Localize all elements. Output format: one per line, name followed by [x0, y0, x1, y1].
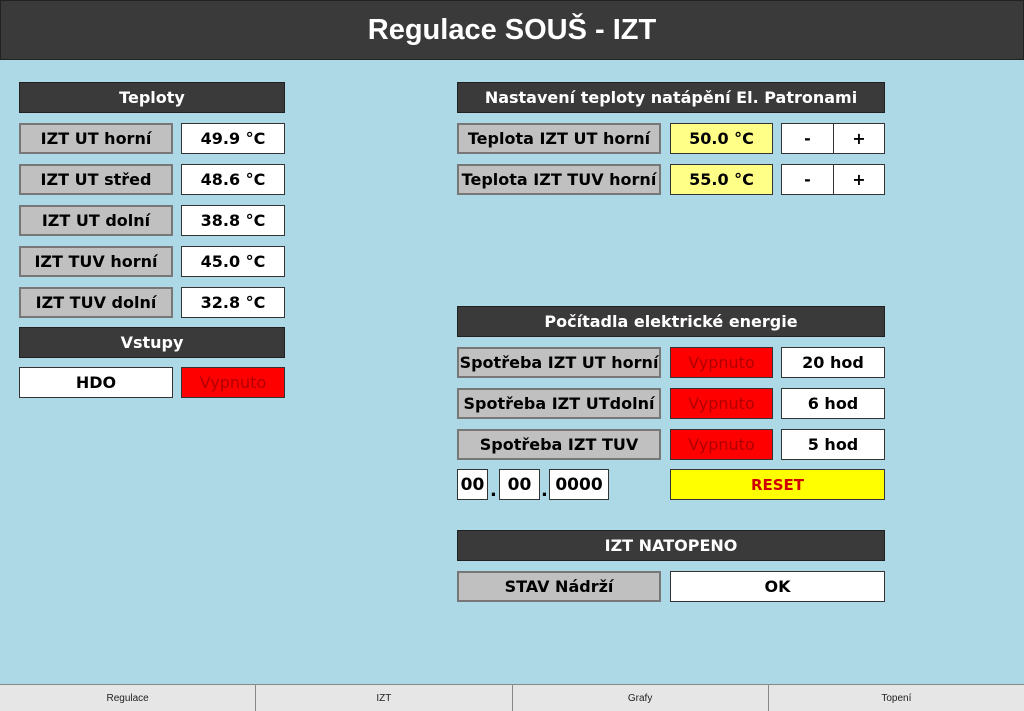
page-title: Regulace SOUŠ - IZT — [0, 0, 1024, 60]
teplota-value-ut-dolni: 38.8 °C — [181, 205, 285, 236]
reset-button[interactable]: RESET — [670, 469, 885, 500]
nastaveni-header: Nastavení teploty natápění El. Patronami — [457, 82, 885, 113]
setpoint-tuv-horni-plus-button[interactable]: + — [833, 164, 885, 195]
setpoint-ut-horni-minus-button[interactable]: - — [781, 123, 834, 154]
date-separator: . — [541, 480, 548, 501]
setpoint-ut-horni-plus-button[interactable]: + — [833, 123, 885, 154]
counter-status-tuv: Vypnuto — [670, 429, 773, 460]
teplota-label-tuv-dolni: IZT TUV dolní — [19, 287, 173, 318]
vstupy-header: Vstupy — [19, 327, 285, 358]
teplota-label-ut-stred: IZT UT střed — [19, 164, 173, 195]
stav-nadrzi-value: OK — [670, 571, 885, 602]
tab-topeni[interactable]: Topení — [769, 685, 1024, 711]
teplota-value-ut-horni: 49.9 °C — [181, 123, 285, 154]
teplota-label-ut-horni: IZT UT horní — [19, 123, 173, 154]
counter-hours-ut-dolni: 6 hod — [781, 388, 885, 419]
date-separator: . — [490, 480, 497, 501]
setpoint-label-tuv-horni: Teplota IZT TUV horní — [457, 164, 661, 195]
teplota-value-tuv-horni: 45.0 °C — [181, 246, 285, 277]
natopeno-header: IZT NATOPENO — [457, 530, 885, 561]
hdo-status-badge: Vypnuto — [181, 367, 285, 398]
bottom-tab-bar: Regulace IZT Grafy Topení — [0, 684, 1024, 711]
setpoint-tuv-horni-minus-button[interactable]: - — [781, 164, 834, 195]
counter-label-ut-dolni: Spotřeba IZT UTdolní — [457, 388, 661, 419]
reset-date-month-field[interactable]: 00 — [499, 469, 540, 500]
setpoint-value-ut-horni: 50.0 °C — [670, 123, 773, 154]
counter-label-tuv: Spotřeba IZT TUV — [457, 429, 661, 460]
counter-status-ut-horni: Vypnuto — [670, 347, 773, 378]
setpoint-label-ut-horni: Teplota IZT UT horní — [457, 123, 661, 154]
counter-label-ut-horni: Spotřeba IZT UT horní — [457, 347, 661, 378]
pocitadla-header: Počítadla elektrické energie — [457, 306, 885, 337]
reset-date-year-field[interactable]: 0000 — [549, 469, 609, 500]
teplota-value-ut-stred: 48.6 °C — [181, 164, 285, 195]
tab-regulace[interactable]: Regulace — [0, 685, 257, 711]
reset-date-day-field[interactable]: 00 — [457, 469, 488, 500]
counter-hours-ut-horni: 20 hod — [781, 347, 885, 378]
teplota-value-tuv-dolni: 32.8 °C — [181, 287, 285, 318]
teploty-header: Teploty — [19, 82, 285, 113]
tab-izt[interactable]: IZT — [256, 685, 513, 711]
tab-grafy[interactable]: Grafy — [513, 685, 769, 711]
teplota-label-ut-dolni: IZT UT dolní — [19, 205, 173, 236]
counter-hours-tuv: 5 hod — [781, 429, 885, 460]
teplota-label-tuv-horni: IZT TUV horní — [19, 246, 173, 277]
hdo-label: HDO — [19, 367, 173, 398]
counter-status-ut-dolni: Vypnuto — [670, 388, 773, 419]
setpoint-value-tuv-horni: 55.0 °C — [670, 164, 773, 195]
stav-nadrzi-label: STAV Nádrží — [457, 571, 661, 602]
